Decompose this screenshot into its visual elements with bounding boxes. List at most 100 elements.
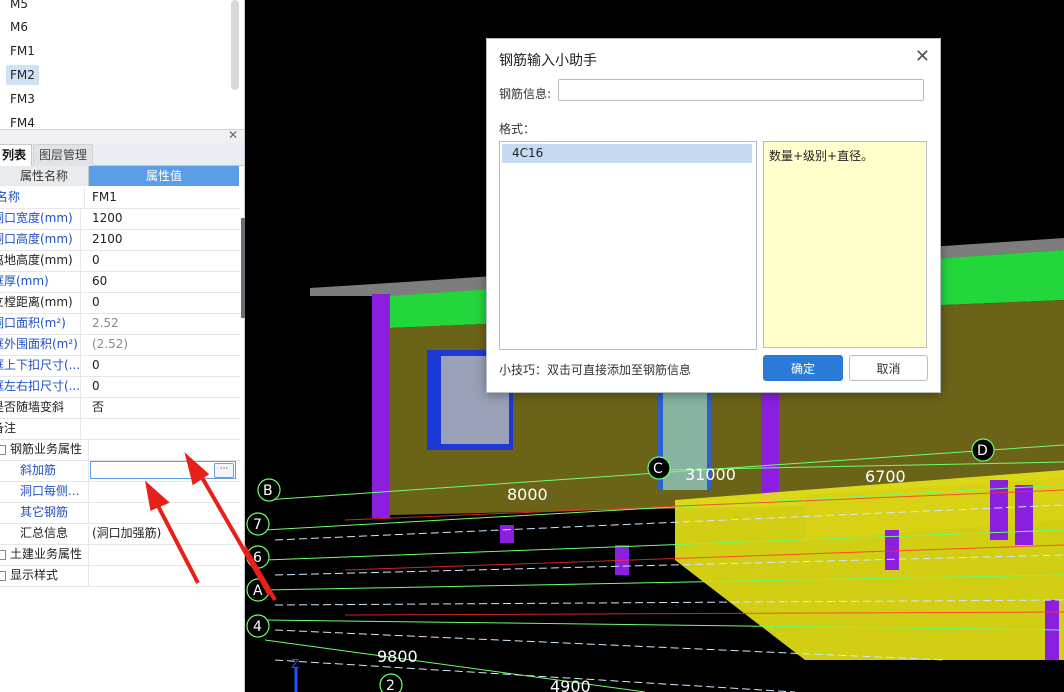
collapse-icon[interactable]	[0, 444, 6, 455]
format-label: 格式：	[499, 122, 536, 136]
table-row[interactable]: 名称 FM1	[0, 187, 240, 209]
dimension-label: 31000	[685, 465, 736, 484]
tab-list[interactable]: 列表	[0, 144, 33, 166]
list-item[interactable]: FM3	[6, 89, 39, 109]
table-row[interactable]: 是否随墙变斜否	[0, 397, 240, 419]
tip-text: 小技巧：双击可直接添加至钢筋信息	[499, 363, 692, 377]
ellipsis-button[interactable]: ···	[214, 463, 234, 478]
property-value[interactable]	[92, 418, 238, 439]
axis-label: 2	[386, 678, 395, 692]
table-row[interactable]: 汇总信息 (洞口加强筋)	[0, 523, 240, 545]
property-value[interactable]: 0	[92, 355, 238, 376]
property-name: 洞口每侧...	[0, 481, 89, 502]
format-item[interactable]: 4C16	[502, 144, 752, 163]
property-value[interactable]: 1200	[92, 208, 238, 229]
table-row[interactable]: 框厚(mm) 60	[0, 271, 240, 293]
z-axis-label: Z	[291, 657, 299, 671]
property-name: 洞口宽度(mm)	[0, 208, 81, 229]
property-name: 洞口面积(m²)	[0, 313, 81, 334]
table-row-group[interactable]: 显示样式	[0, 565, 240, 587]
close-icon[interactable]: ✕	[228, 128, 238, 142]
property-value[interactable]: FM1	[92, 187, 238, 208]
property-name: 框上下扣尺寸(...	[0, 355, 81, 376]
left-panel: M5 M6 FM1 FM2 FM3 FM4 ✕ 列表 图层管理 属性名称 属性值…	[0, 0, 245, 692]
group-label: 钢筋业务属性	[10, 442, 83, 456]
table-row[interactable]: 框上下扣尺寸(... 0	[0, 355, 240, 377]
format-list[interactable]: 4C16	[499, 141, 757, 350]
list-item[interactable]: FM4	[6, 113, 39, 128]
table-row[interactable]: 备注	[0, 418, 240, 440]
column	[500, 525, 514, 543]
panel-tabs: 列表 图层管理	[0, 143, 244, 166]
axis-label: D	[977, 443, 988, 459]
column-header-value: 属性值	[89, 166, 239, 186]
property-name: 备注	[0, 418, 81, 439]
cancel-button[interactable]: 取消	[849, 355, 928, 381]
property-name: 框厚(mm)	[0, 271, 81, 292]
list-item[interactable]: M5	[6, 0, 32, 14]
axis-label: C	[653, 461, 663, 477]
property-name: 是否随墙变斜	[0, 397, 81, 418]
tab-layer-manager[interactable]: 图层管理	[33, 144, 94, 166]
list-item-selected[interactable]: FM2	[6, 65, 39, 85]
axis-label: A	[253, 583, 263, 599]
dimension-label: 8000	[507, 485, 548, 504]
table-row-group[interactable]: 土建业务属性	[0, 544, 240, 566]
property-value[interactable]: (洞口加强筋)	[92, 523, 238, 544]
list-scrollbar[interactable]	[231, 0, 239, 90]
table-row[interactable]: 其它钢筋	[0, 502, 240, 524]
property-value[interactable]: 0	[92, 250, 238, 271]
property-name: 其它钢筋	[0, 502, 89, 523]
property-name: 斜加筋	[0, 460, 89, 481]
table-row[interactable]: 斜加筋 ···	[0, 460, 240, 482]
rebar-info-input[interactable]	[558, 79, 924, 101]
rebar-input[interactable]: ···	[90, 461, 236, 479]
column	[372, 294, 390, 518]
table-row[interactable]: 立樘距离(mm) 0	[0, 292, 240, 314]
dialog-title: 钢筋输入小助手	[499, 53, 597, 69]
property-name: 立樘距离(mm)	[0, 292, 81, 313]
property-value[interactable]: 0	[92, 376, 238, 397]
table-row[interactable]: 框左右扣尺寸(... 0	[0, 376, 240, 398]
panel-splitter[interactable]: ✕	[0, 128, 244, 144]
expand-icon[interactable]	[0, 570, 6, 581]
rebar-input-assistant-dialog: 钢筋输入小助手 ✕ 钢筋信息: 格式： 4C16 数量+级别+直径。 小技巧：双…	[486, 38, 941, 393]
component-type-list: M5 M6 FM1 FM2 FM3 FM4	[0, 0, 232, 128]
group-header: 显示样式	[0, 565, 89, 586]
column	[1015, 485, 1033, 545]
dimension-label: 4900	[550, 677, 591, 692]
axis-label: B	[263, 483, 273, 499]
table-row[interactable]: 洞口宽度(mm) 1200	[0, 208, 240, 230]
column-header-name: 属性名称	[0, 166, 89, 186]
list-item[interactable]: FM1	[6, 41, 39, 61]
property-name: 离地高度(mm)	[0, 250, 81, 271]
table-row[interactable]: 洞口每侧...	[0, 481, 240, 503]
rebar-info-label: 钢筋信息:	[499, 87, 552, 101]
property-value[interactable]: 否	[92, 397, 238, 418]
table-row-group[interactable]: 钢筋业务属性	[0, 439, 240, 461]
column	[761, 380, 779, 500]
property-value[interactable]	[92, 481, 238, 502]
axis-label: 7	[253, 517, 262, 533]
property-value[interactable]: 0	[92, 292, 238, 313]
dimension-label: 9800	[377, 647, 418, 666]
property-value[interactable]	[92, 502, 238, 523]
close-icon[interactable]: ✕	[915, 46, 930, 67]
property-name: 框左右扣尺寸(...	[0, 376, 81, 397]
property-value: (2.52)	[92, 337, 129, 351]
table-row[interactable]: 洞口高度(mm) 2100	[0, 229, 240, 251]
list-item[interactable]: M6	[6, 17, 32, 37]
property-value[interactable]: 60	[92, 271, 238, 292]
ok-button[interactable]: 确定	[763, 355, 843, 381]
table-row[interactable]: 离地高度(mm) 0	[0, 250, 240, 272]
property-name: 框外围面积(m²)	[0, 334, 81, 355]
group-header: 土建业务属性	[0, 544, 89, 565]
group-label: 显示样式	[10, 568, 59, 582]
table-row[interactable]: 框外围面积(m²) (2.52)	[0, 334, 240, 356]
axis-label: 4	[253, 619, 262, 635]
property-value[interactable]: 2100	[92, 229, 238, 250]
property-value: 2.52	[92, 316, 119, 330]
expand-icon[interactable]	[0, 549, 6, 560]
dimension-label: 6700	[865, 467, 906, 486]
table-row[interactable]: 洞口面积(m²) 2.52	[0, 313, 240, 335]
